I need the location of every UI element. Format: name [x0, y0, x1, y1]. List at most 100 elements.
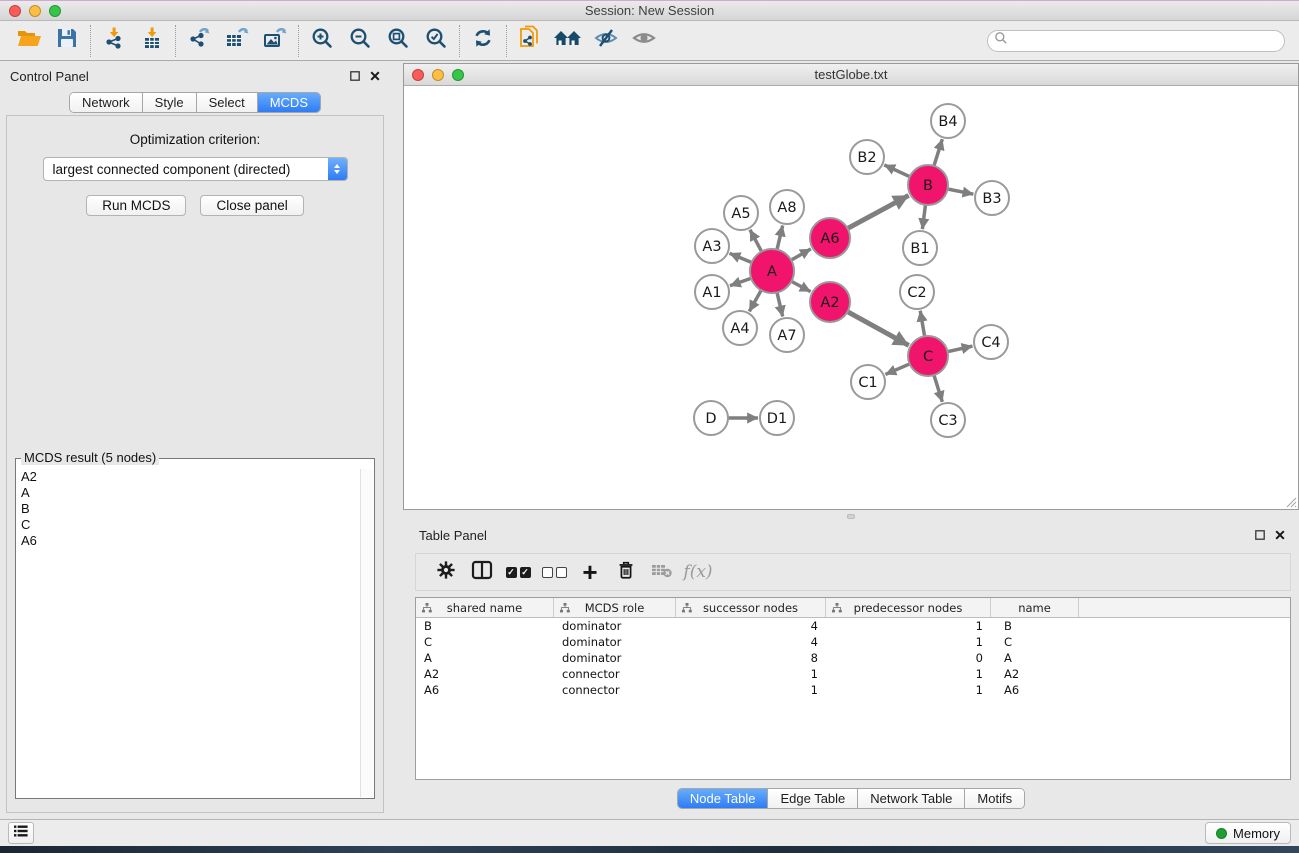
zoom-selected-button[interactable]: [417, 24, 455, 58]
node-C1[interactable]: C1: [851, 365, 885, 399]
table-settings-button[interactable]: [428, 556, 464, 588]
table-tab-node-table[interactable]: Node Table: [678, 789, 769, 808]
minimize-network-window-icon[interactable]: [432, 69, 444, 81]
column-header-successor-nodes[interactable]: successor nodes: [676, 598, 826, 617]
cell[interactable]: 1: [826, 619, 991, 633]
close-panel-button[interactable]: Close panel: [200, 195, 303, 216]
node-A7[interactable]: A7: [770, 318, 804, 352]
network-canvas[interactable]: AA1A3A5A8A4A7A6A2BB2B4B3B1CC2C4C1C3DD1: [404, 86, 1298, 509]
cell[interactable]: 1: [676, 683, 826, 697]
export-network-button[interactable]: [180, 24, 218, 58]
node-B4[interactable]: B4: [931, 104, 965, 138]
destroy-table-button[interactable]: [644, 556, 680, 588]
cell[interactable]: B: [416, 619, 554, 633]
tab-network[interactable]: Network: [70, 93, 143, 112]
edge-A-A4[interactable]: [749, 291, 761, 312]
close-network-window-icon[interactable]: [412, 69, 424, 81]
edge-A-A6[interactable]: [791, 249, 811, 260]
float-panel-icon[interactable]: [349, 71, 360, 82]
refresh-button[interactable]: [464, 24, 502, 58]
tab-style[interactable]: Style: [143, 93, 197, 112]
cell[interactable]: 1: [826, 635, 991, 649]
edge-B-B2[interactable]: [884, 165, 910, 177]
node-A4[interactable]: A4: [723, 311, 757, 345]
node-A6[interactable]: A6: [810, 218, 850, 258]
float-table-panel-icon[interactable]: [1254, 530, 1265, 541]
edge-A-A1[interactable]: [730, 279, 751, 286]
node-A3[interactable]: A3: [695, 229, 729, 263]
function-builder-button[interactable]: f(x): [680, 556, 716, 588]
cell[interactable]: A6: [991, 683, 1079, 697]
tab-select[interactable]: Select: [197, 93, 258, 112]
splitter-handle[interactable]: [847, 514, 855, 519]
node-C2[interactable]: C2: [900, 275, 934, 309]
edge-A-A7[interactable]: [777, 293, 783, 317]
cell[interactable]: 1: [676, 667, 826, 681]
zoom-in-button[interactable]: [303, 24, 341, 58]
edge-C-C2[interactable]: [920, 311, 924, 337]
node-A5[interactable]: A5: [724, 196, 758, 230]
cell[interactable]: A: [416, 651, 554, 665]
column-header-predecessor-nodes[interactable]: predecessor nodes: [826, 598, 991, 617]
edge-A-A3[interactable]: [730, 254, 752, 263]
result-item[interactable]: A2: [18, 469, 359, 485]
home-button[interactable]: [549, 24, 587, 58]
cell[interactable]: 4: [676, 619, 826, 633]
edge-B-B3[interactable]: [948, 189, 974, 194]
tab-mcds[interactable]: MCDS: [258, 93, 320, 112]
run-mcds-button[interactable]: Run MCDS: [86, 195, 186, 216]
cell[interactable]: A2: [991, 667, 1079, 681]
select-all-rows-button[interactable]: ✓✓: [500, 556, 536, 588]
cell[interactable]: connector: [554, 667, 676, 681]
result-item[interactable]: B: [18, 501, 359, 517]
export-table-button[interactable]: [218, 24, 256, 58]
show-columns-button[interactable]: [464, 556, 500, 588]
node-D[interactable]: D: [694, 401, 728, 435]
import-table-button[interactable]: [133, 24, 171, 58]
node-A8[interactable]: A8: [770, 190, 804, 224]
node-D1[interactable]: D1: [760, 401, 794, 435]
node-C3[interactable]: C3: [931, 403, 965, 437]
edge-B-B4[interactable]: [934, 140, 942, 167]
maximize-window-icon[interactable]: [49, 5, 61, 17]
table-row[interactable]: Bdominator41B: [416, 618, 1290, 634]
new-network-from-file-button[interactable]: [511, 24, 549, 58]
cell[interactable]: A6: [416, 683, 554, 697]
table-tab-edge-table[interactable]: Edge Table: [768, 789, 858, 808]
edge-C-C3[interactable]: [934, 376, 942, 403]
edge-A-A2[interactable]: [791, 282, 810, 292]
cell[interactable]: dominator: [554, 651, 676, 665]
table-tab-motifs[interactable]: Motifs: [965, 789, 1024, 808]
edge-C-C4[interactable]: [948, 347, 973, 353]
result-scrollbar[interactable]: [360, 469, 373, 797]
close-window-icon[interactable]: [9, 5, 21, 17]
deselect-all-rows-button[interactable]: [536, 556, 572, 588]
cell[interactable]: 1: [826, 667, 991, 681]
create-column-button[interactable]: +: [572, 556, 608, 588]
edge-C-C1[interactable]: [885, 364, 909, 374]
cell[interactable]: connector: [554, 683, 676, 697]
criterion-select[interactable]: largest connected component (directed): [43, 157, 348, 181]
horizontal-splitter[interactable]: [403, 510, 1299, 523]
close-table-panel-icon[interactable]: [1274, 530, 1285, 541]
search-input[interactable]: [1008, 34, 1278, 48]
close-panel-icon[interactable]: [369, 71, 380, 82]
node-B2[interactable]: B2: [850, 140, 884, 174]
import-network-button[interactable]: [95, 24, 133, 58]
table-row[interactable]: Cdominator41C: [416, 634, 1290, 650]
maximize-network-window-icon[interactable]: [452, 69, 464, 81]
cell[interactable]: B: [991, 619, 1079, 633]
resize-grip-icon[interactable]: [1285, 496, 1297, 508]
node-B3[interactable]: B3: [975, 181, 1009, 215]
table-row[interactable]: Adominator80A: [416, 650, 1290, 666]
search-field[interactable]: [987, 30, 1285, 52]
result-item[interactable]: C: [18, 517, 359, 533]
cell[interactable]: dominator: [554, 619, 676, 633]
save-session-button[interactable]: [48, 24, 86, 58]
cell[interactable]: 4: [676, 635, 826, 649]
node-A[interactable]: A: [750, 249, 794, 293]
column-header-MCDS-role[interactable]: MCDS role: [554, 598, 676, 617]
table-row[interactable]: A2connector11A2: [416, 666, 1290, 682]
mcds-result-list[interactable]: A2ABCA6: [18, 469, 359, 796]
minimize-window-icon[interactable]: [29, 5, 41, 17]
